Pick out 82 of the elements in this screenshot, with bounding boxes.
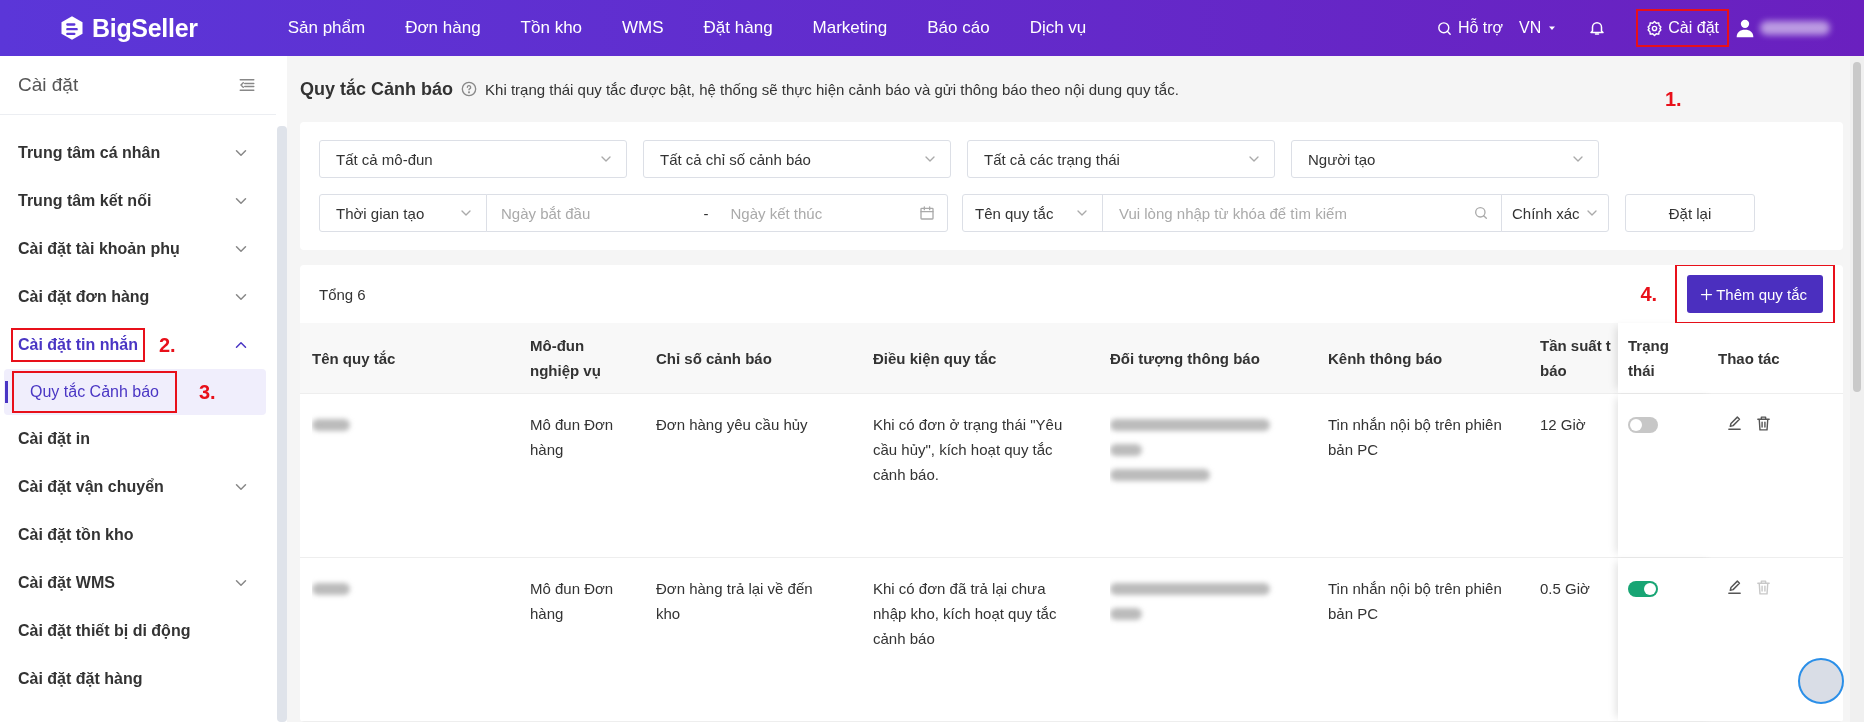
nav-menu-item[interactable]: WMS — [622, 18, 664, 38]
bell-icon[interactable] — [1588, 19, 1607, 37]
start-date-field[interactable]: Ngày bắt đầu — [501, 204, 682, 222]
total-count: Tổng 6 — [319, 285, 366, 303]
table-cell-text: Mô đun Đơn hàng — [530, 415, 615, 461]
edit-icon[interactable] — [1726, 579, 1743, 597]
search-box[interactable]: Vui lòng nhập từ khóa để tìm kiếm — [1102, 194, 1502, 232]
reset-button[interactable]: Đặt lại — [1625, 194, 1755, 232]
sidebar-menu-item[interactable]: Cài đặt đơn hàng — [0, 273, 277, 321]
delete-icon[interactable] — [1755, 415, 1772, 433]
sidebar-menu-item[interactable]: Cài đặt vận chuyển — [0, 463, 277, 511]
filter-dropdown[interactable]: Tất cả chỉ số cảnh báo — [643, 140, 951, 178]
status-toggle[interactable] — [1628, 417, 1658, 434]
sidebar-title: Cài đặt — [18, 74, 79, 96]
sidebar-menu-item[interactable]: Trung tâm cá nhân — [0, 129, 277, 177]
table-cell-text: Tin nhắn nội bộ trên phiên bản PC — [1328, 579, 1503, 625]
plus-icon — [1699, 286, 1715, 302]
annotation-number: 2. — [159, 333, 176, 357]
column-header: Tên quy tắc — [312, 348, 397, 369]
brand-logo[interactable]: BigSeller — [92, 13, 198, 43]
sidebar-menu-item[interactable]: Cài đặt in — [0, 415, 277, 463]
column-header: Đối tượng thông báo — [1110, 348, 1261, 369]
nav-menu-item[interactable]: Đặt hàng — [703, 18, 773, 38]
column-header: Thao tác — [1718, 323, 1843, 394]
sidebar-menu-item[interactable]: Cài đặt thiết bị di động — [0, 607, 277, 655]
scrollbar[interactable] — [277, 126, 287, 722]
settings-icon — [1646, 19, 1664, 37]
sidebar-submenu-item[interactable]: Quy tắc Cảnh báo 3. — [4, 369, 267, 415]
add-rule-button[interactable]: Thêm quy tắc — [1687, 275, 1823, 313]
annotation-number: 1. — [1665, 88, 1682, 111]
table-cell-text: Khi có đơn đã trả lại chưa nhập kho, kích hoạt quy tắc cảnh báo — [873, 579, 1058, 650]
sidebar-menu-item[interactable]: Cài đặt tồn kho — [0, 511, 277, 559]
search-field-dropdown[interactable]: Tên quy tắc — [962, 194, 1103, 232]
sidebar-menu-item[interactable]: Trung tâm kết nối — [0, 177, 277, 225]
filter-dropdown[interactable]: Tất cả các trạng thái — [967, 140, 1275, 178]
language-dropdown[interactable]: VN — [1519, 19, 1559, 37]
end-date-field[interactable]: Ngày kết thúc — [730, 204, 911, 222]
nav-menu-item[interactable]: Đơn hàng — [405, 18, 481, 38]
table-cell-text: 12 Giờ — [1540, 415, 1587, 436]
nav-menu-item[interactable]: Sản phẩm — [287, 18, 366, 38]
calendar-icon — [919, 205, 935, 221]
nav-menu-item[interactable]: Marketing — [812, 18, 888, 38]
table-cell-text: Đơn hàng yêu cầu hủy — [656, 415, 809, 436]
table-cell-text: Tin nhắn nội bộ trên phiên bản PC — [1328, 415, 1503, 461]
scrollbar[interactable] — [1850, 56, 1864, 722]
sidebar-menu-item[interactable]: Cài đặt tài khoản phụ — [0, 225, 277, 273]
nav-menu-item[interactable]: Báo cáo — [927, 18, 990, 38]
filter-dropdown[interactable]: Tất cả mô-đun — [319, 140, 627, 178]
nav-menu-item[interactable]: Tồn kho — [520, 18, 583, 38]
annotation-number: 3. — [198, 380, 216, 404]
column-header: Chỉ số cảnh báo — [656, 348, 773, 369]
sidebar-menu-item[interactable]: Cài đặt tin nhắn 2. — [0, 321, 277, 369]
table-cell-text: Đơn hàng trả lại về đến kho — [656, 579, 814, 625]
status-toggle[interactable] — [1628, 581, 1658, 598]
search-icon — [1473, 205, 1489, 221]
search-field[interactable]: Vui lòng nhập từ khóa để tìm kiếm — [1119, 204, 1465, 222]
user-icon[interactable] — [1735, 18, 1755, 38]
range-separator: - — [703, 204, 709, 222]
blurred-username — [1760, 21, 1830, 35]
table-cell-text: 0.5 Giờ — [1540, 579, 1591, 600]
table-cell-text: Mô đun Đơn hàng — [530, 579, 615, 625]
column-header: Trạng thái — [1618, 323, 1718, 394]
nav-menu-item[interactable]: Dịch vụ — [1029, 18, 1087, 38]
sidebar-menu-item[interactable]: Cài đặt WMS — [0, 559, 277, 607]
column-header: Kênh thông báo — [1328, 348, 1444, 369]
page-title: Quy tắc Cảnh báo — [300, 78, 454, 100]
time-type-dropdown[interactable]: Thời gian tạo — [319, 194, 487, 232]
annotation-number: 4. — [1640, 282, 1658, 306]
column-header: Tần suất t báo — [1540, 336, 1612, 382]
sidebar-menu-item[interactable]: Cài đặt đặt hàng — [0, 655, 277, 703]
column-header: Mô-đun nghiệp vụ — [530, 336, 602, 382]
collapse-icon[interactable] — [238, 76, 257, 94]
page-hint: Khi trạng thái quy tắc được bật, hệ thống sẽ thực hiện cảnh báo và gửi thông báo theo nội dung quy tắc. — [485, 80, 1179, 98]
help-icon[interactable] — [461, 81, 478, 97]
search-icon — [1435, 19, 1453, 37]
settings-link[interactable]: Cài đặt — [1636, 9, 1729, 47]
support-link[interactable]: Hỗ trợ — [1435, 19, 1504, 37]
column-header: Điều kiện quy tắc — [873, 348, 998, 369]
table-cell-text: Khi có đơn ở trạng thái "Yêu cầu hủy", kích hoạt quy tắc cảnh báo. — [873, 415, 1064, 486]
match-mode-dropdown[interactable]: Chính xác — [1501, 194, 1609, 232]
edit-icon[interactable] — [1726, 415, 1743, 433]
filter-dropdown[interactable]: Người tạo — [1291, 140, 1599, 178]
